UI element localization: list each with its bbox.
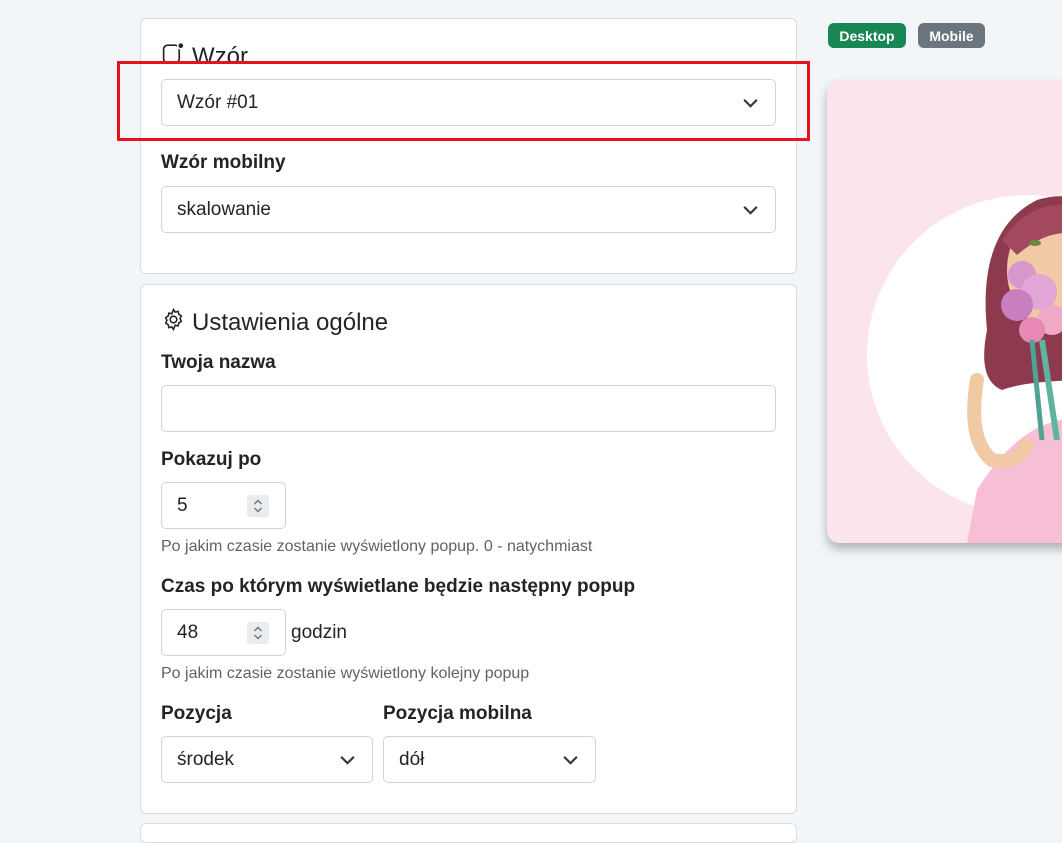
mobile-badge[interactable]: Mobile (918, 23, 985, 48)
show-after-value: 5 (177, 494, 188, 516)
next-popup-value: 48 (177, 621, 199, 643)
number-spinner-icon[interactable] (247, 621, 269, 644)
next-popup-input[interactable]: 48 (161, 609, 286, 656)
position-label: Pozycja (161, 703, 232, 724)
general-settings-card: Ustawienia ogólne Twoja nazwa Pokazuj po… (140, 284, 797, 814)
mobile-template-label: Wzór mobilny (161, 152, 286, 173)
name-label: Twoja nazwa (161, 352, 276, 373)
general-section-title: Ustawienia ogólne (161, 307, 388, 339)
mobile-position-select-value: dół (399, 748, 425, 770)
next-popup-label: Czas po którym wyświetlane będzie następ… (161, 576, 636, 597)
position-select-value: środek (177, 748, 235, 770)
chevron-down-icon (743, 205, 758, 215)
show-after-label: Pokazuj po (161, 449, 262, 470)
general-title-text: Ustawienia ogólne (192, 309, 389, 336)
next-popup-help: Po jakim czasie zostanie wyświetlony kol… (161, 665, 530, 682)
next-card (140, 823, 797, 843)
number-spinner-icon[interactable] (247, 494, 269, 517)
next-popup-unit: godzin (291, 622, 347, 643)
position-select[interactable]: środek (161, 736, 373, 783)
gear-icon (161, 307, 186, 339)
template-section-title: Wzór (161, 41, 248, 73)
popup-preview (827, 80, 1062, 543)
template-card: Wzór Wzór #01 Wzór mobilny skalowanie (140, 18, 797, 274)
chevron-down-icon (563, 755, 578, 765)
template-title-text: Wzór (192, 43, 248, 70)
mobile-template-select[interactable]: skalowanie (161, 186, 776, 233)
chevron-down-icon (743, 98, 758, 108)
name-input[interactable] (161, 385, 776, 432)
template-select-value: Wzór #01 (177, 91, 259, 113)
template-select[interactable]: Wzór #01 (161, 79, 776, 126)
mobile-template-select-value: skalowanie (177, 198, 271, 220)
template-icon (161, 41, 186, 73)
mobile-position-select[interactable]: dół (383, 736, 596, 783)
mobile-position-label: Pozycja mobilna (383, 703, 532, 724)
desktop-badge[interactable]: Desktop (828, 23, 906, 48)
woman-with-flowers-illustration (867, 195, 1062, 543)
show-after-input[interactable]: 5 (161, 482, 286, 529)
show-after-help: Po jakim czasie zostanie wyświetlony pop… (161, 538, 593, 555)
chevron-down-icon (340, 755, 355, 765)
